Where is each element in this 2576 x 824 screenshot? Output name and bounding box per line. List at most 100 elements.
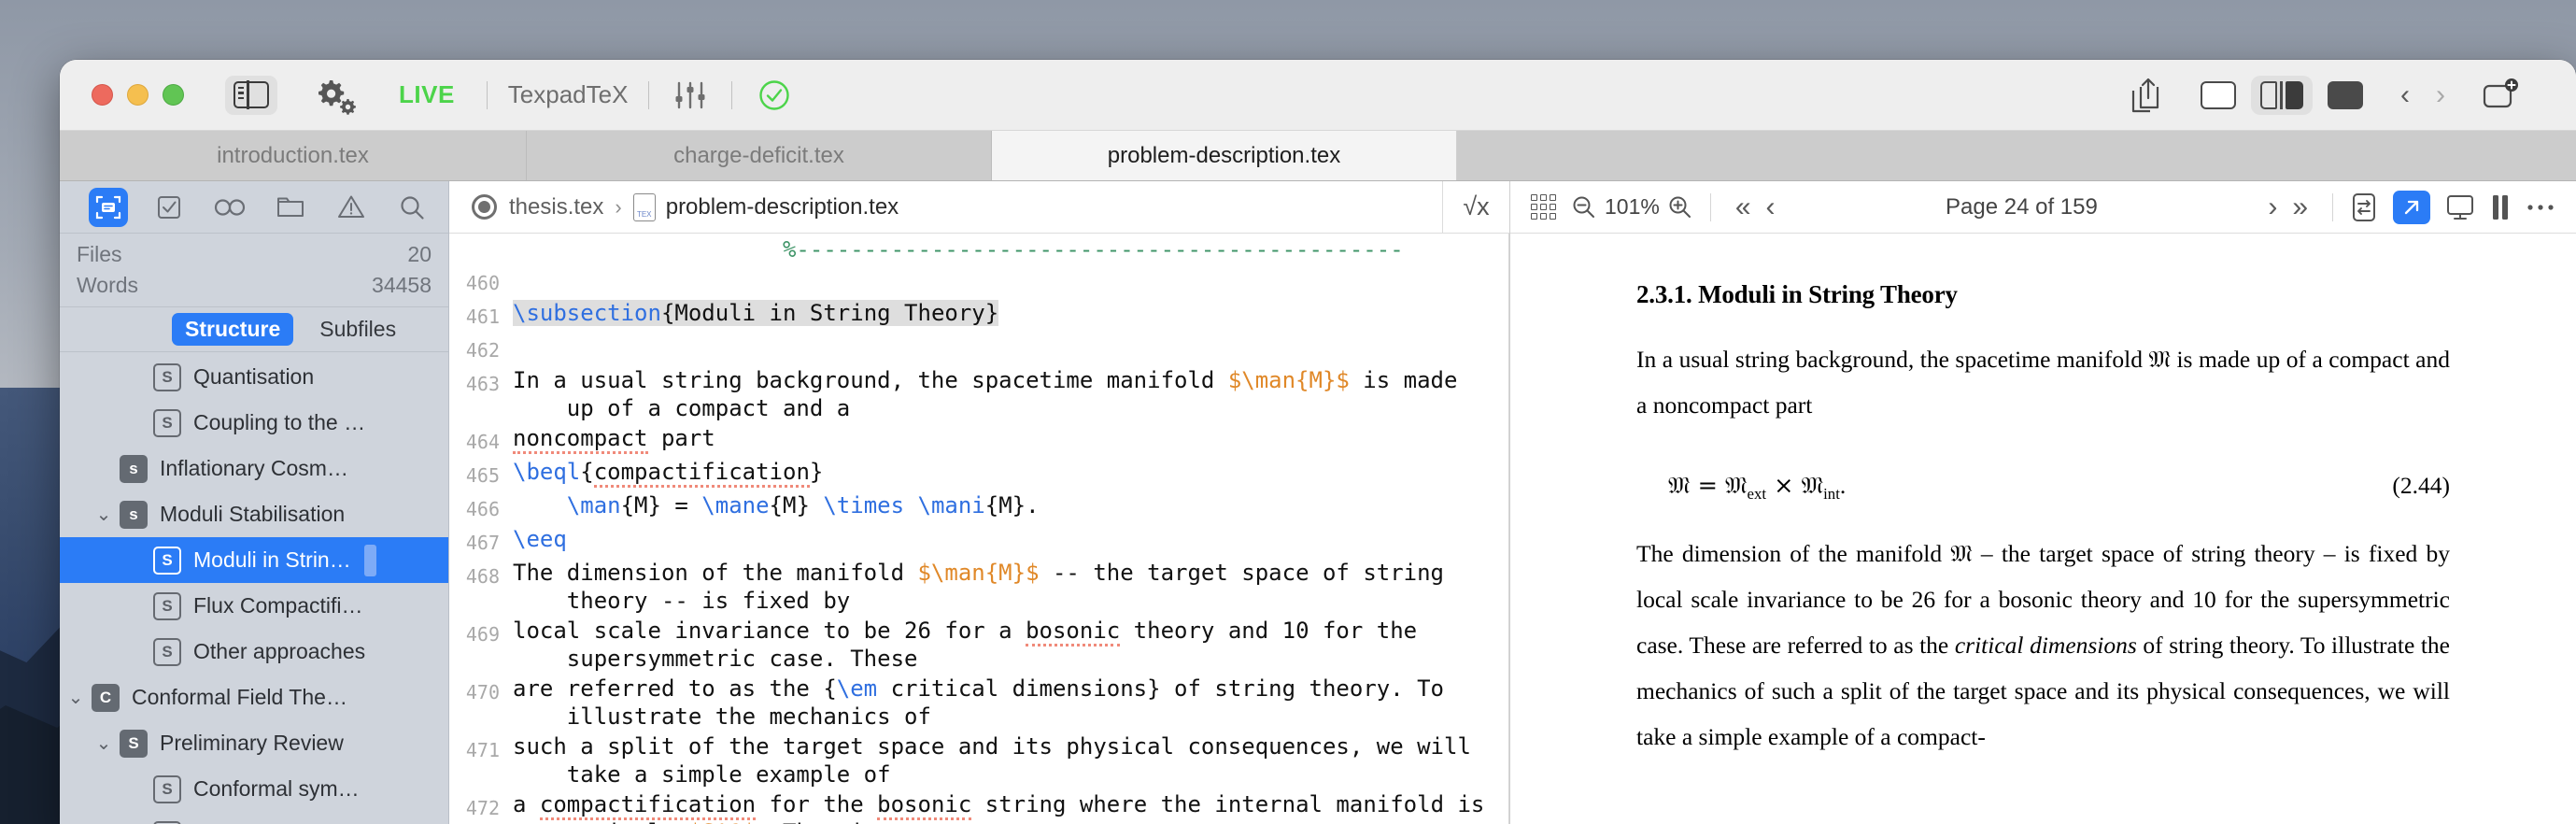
typeset-settings-button[interactable] [670,77,711,114]
line-text[interactable] [513,331,1509,333]
tab-charge-deficit[interactable]: charge-deficit.tex [527,131,992,180]
code-line[interactable]: 466 \man{M} = \mane{M} \times \mani{M}. [449,490,1509,523]
pdf-toolbar-divider [1709,192,1711,221]
line-text[interactable]: noncompact part [513,422,1509,454]
disclosure-triangle-icon[interactable]: ⌄ [88,732,120,755]
jump-to-source-button[interactable] [2393,190,2431,224]
settings-button[interactable] [309,75,361,116]
sidebar-toggle-button[interactable] [225,75,277,115]
new-window-button[interactable] [2475,74,2527,117]
toolbar-divider-3 [731,80,733,109]
minimize-button[interactable] [127,84,149,106]
line-text[interactable]: \subsection{Moduli in String Theory} [513,297,1509,327]
tree-item[interactable]: ⌄ C Conformal Field The… [60,675,448,720]
line-text[interactable]: are referred to as the {\em critical dim… [513,673,1509,731]
sidebar-item-warnings[interactable] [332,188,371,227]
code-token: } [809,459,824,485]
tree-item[interactable]: ⌄ s Moduli Stabilisation [60,491,448,537]
references-infinity-icon [214,198,246,216]
two-column-button[interactable] [2490,193,2511,221]
code-line[interactable]: 470 are referred to as the {\em critical … [449,673,1509,731]
breadcrumb-file[interactable]: problem-description.tex [666,194,899,220]
sync-scroll-button[interactable] [2350,192,2378,223]
tree-item[interactable]: S Moduli in Strin… [60,537,448,584]
line-text[interactable] [513,263,1509,265]
tree-item[interactable]: S Other approaches [60,629,448,675]
tree-item[interactable]: S Flux Compactifi… [60,583,448,629]
code-line[interactable]: 462 [449,331,1509,364]
math-preview-button[interactable]: √x [1442,180,1509,234]
layout-editor-only-button[interactable] [2201,80,2236,109]
zoom-in-button[interactable] [1667,194,1693,220]
prev-page-button[interactable]: ‹ [1759,192,1783,223]
breadcrumb-separator: › [615,194,622,219]
nav-back-button[interactable]: ‹ [2387,79,2423,111]
line-text[interactable]: The dimension of the manifold $\man{M}$ … [513,557,1509,615]
presentation-button[interactable] [2445,193,2475,221]
code-line[interactable]: 468 The dimension of the manifold $\man{M… [449,557,1509,615]
code-text-area[interactable]: %---------------------------------------… [449,234,1509,824]
nav-forward-button[interactable]: › [2423,79,2458,111]
code-line[interactable]: 465 \beql{compactification} [449,456,1509,490]
tree-item[interactable]: SSpecialising to … [60,812,448,824]
line-text[interactable]: such a split of the target space and its… [513,731,1509,788]
segment-structure[interactable]: Structure [172,313,294,347]
more-options-button[interactable] [2526,203,2555,212]
tab-problem-description[interactable]: problem-description.tex [992,131,1457,180]
code-line[interactable]: 460 [449,263,1509,297]
tree-item-badge: S [120,729,148,758]
share-button[interactable] [2122,73,2174,118]
sidebar-item-search[interactable] [392,188,432,227]
sidebar-item-files[interactable] [271,188,310,227]
line-text[interactable]: a compactification for the bosonic strin… [513,788,1509,824]
code-line[interactable]: 472 a compactification for the bosonic st… [449,788,1509,824]
editor-vertical-scrollbar[interactable] [1508,234,1509,824]
code-token: \beql [513,459,581,485]
disclosure-triangle-icon[interactable]: ⌄ [88,503,120,526]
disclosure-triangle-icon[interactable]: ⌄ [60,686,92,709]
line-text[interactable]: \eeq [513,523,1509,553]
close-button[interactable] [92,84,113,106]
code-line[interactable]: 467 \eeq [449,523,1509,557]
compile-status-button[interactable] [753,74,796,117]
sidebar-item-outline[interactable] [89,187,128,227]
tree-item[interactable]: ⌄ S Preliminary Review [60,720,448,766]
code-line[interactable]: 461 \subsection{Moduli in String Theory} [449,297,1509,331]
pdf-page-view[interactable]: 2.3.1. Moduli in String Theory In a usua… [1510,234,2576,824]
tree-item[interactable]: S Conformal sym… [60,766,448,812]
segment-subfiles[interactable]: Subfiles [306,313,409,346]
tab-introduction[interactable]: introduction.tex [60,131,527,180]
tree-item[interactable]: S Coupling to the … [60,400,448,446]
sidebar-item-references[interactable] [210,188,249,227]
pdf-p1-part-a: In a usual string background, the spacet… [1636,346,2149,373]
line-text[interactable]: \man{M} = \mane{M} \times \mani{M}. [513,490,1509,519]
line-text[interactable]: \beql{compactification} [513,456,1509,488]
pdf-p2-emphasis: critical dimensions [1954,631,2137,659]
tree-item[interactable]: s Inflationary Cosm… [60,446,448,491]
code-line[interactable]: 464 noncompact part [449,422,1509,456]
first-page-button[interactable]: « [1728,192,1759,223]
breadcrumb-project[interactable]: thesis.tex [509,194,603,220]
code-line[interactable]: 469 local scale invariance to be 26 for a… [449,615,1509,673]
tree-item-label: Other approaches [193,639,366,664]
line-text[interactable]: In a usual string background, the spacet… [513,364,1509,422]
tree-item-badge: S [153,362,181,391]
thumbnails-button[interactable] [1531,194,1556,220]
next-page-button[interactable]: › [2260,192,2285,223]
code-line[interactable]: %---------------------------------------… [449,234,1509,263]
layout-split-button[interactable] [2251,75,2313,115]
layout-preview-only-button[interactable] [2328,80,2363,109]
tree-item[interactable]: S Quantisation [60,354,448,400]
pdf-toolbar-divider-2 [2332,192,2334,221]
last-page-button[interactable]: » [2285,192,2315,223]
line-text[interactable]: local scale invariance to be 26 for a bo… [513,615,1509,673]
document-structure-tree[interactable]: S Quantisation S Coupling to the … s Inflatio… [60,352,448,824]
zoom-out-button[interactable] [1571,194,1597,220]
code-line[interactable]: 463 In a usual string background, the spa… [449,364,1509,422]
line-text[interactable]: %---------------------------------------… [513,234,1509,263]
code-line[interactable]: 471 such a split of the target space and … [449,731,1509,788]
zoom-button[interactable] [163,84,184,106]
sidebar-item-todo[interactable] [149,188,189,227]
